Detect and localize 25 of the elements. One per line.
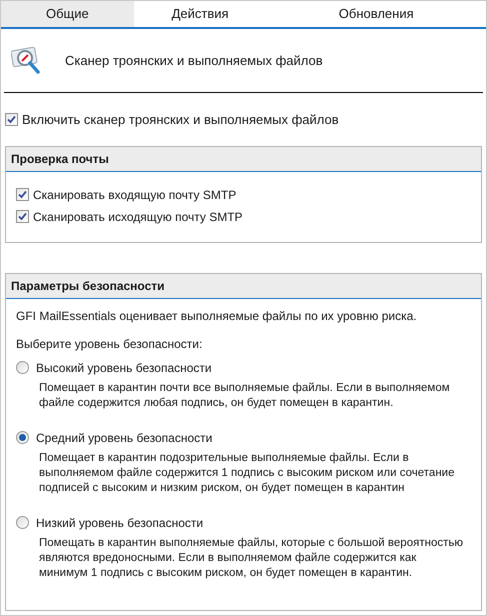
checkmark-icon <box>18 190 27 199</box>
radio-label: Средний уровень безопасности <box>36 430 212 446</box>
radio-button[interactable] <box>16 516 29 529</box>
radio-label: Низкий уровень безопасности <box>36 514 204 532</box>
panel-title: Проверка почты <box>6 146 481 172</box>
checkmark-icon <box>7 115 16 124</box>
header-title: Сканер троянских и выполняемых файлов <box>65 52 323 70</box>
checkbox[interactable] <box>5 113 18 126</box>
level-description: Помещать в карантин выполняемые файлы, которые с большой вероятностью являются вредоносными. Если в выполняемом файле содержится как минимум 1 подпись с высоким риском, он будет помещен в карантин. <box>38 536 464 580</box>
checkmark-icon <box>18 212 27 221</box>
radio-button[interactable] <box>16 431 29 444</box>
radio-label: Высокий уровень безопасности <box>36 360 212 376</box>
checkbox-label: Включить сканер троянских и выполняемых файлов <box>22 111 339 129</box>
tab[interactable]: Общие <box>1 1 134 27</box>
panel-title: Параметры безопасности <box>6 274 481 298</box>
level-description: Помещает в карантин подозрительные выполняемые файлы. Если в выполняемом файле содержится 1 подпись с высоким риском или сочетание подписей с высоким и низким риском, он будет помещен в карантин <box>38 450 456 496</box>
checkbox[interactable] <box>16 210 29 223</box>
scanner-magnifier-icon <box>11 44 43 76</box>
checkbox[interactable] <box>16 188 29 201</box>
radio-button[interactable] <box>16 361 29 374</box>
level-description: Помещает в карантин почти все выполняемые файлы. Если в выполняемом файле содержится любая подпись, он будет помещен в карантин. <box>38 380 451 410</box>
checkbox-label: Сканировать исходящую почту SMTP <box>33 208 243 226</box>
checkbox-label: Сканировать входящую почту SMTP <box>33 186 236 204</box>
intro-text: GFI MailEssentials оценивает выполняемые файлы по их уровню риска. <box>16 308 418 324</box>
prompt-text: Выберите уровень безопасности: <box>16 336 204 352</box>
